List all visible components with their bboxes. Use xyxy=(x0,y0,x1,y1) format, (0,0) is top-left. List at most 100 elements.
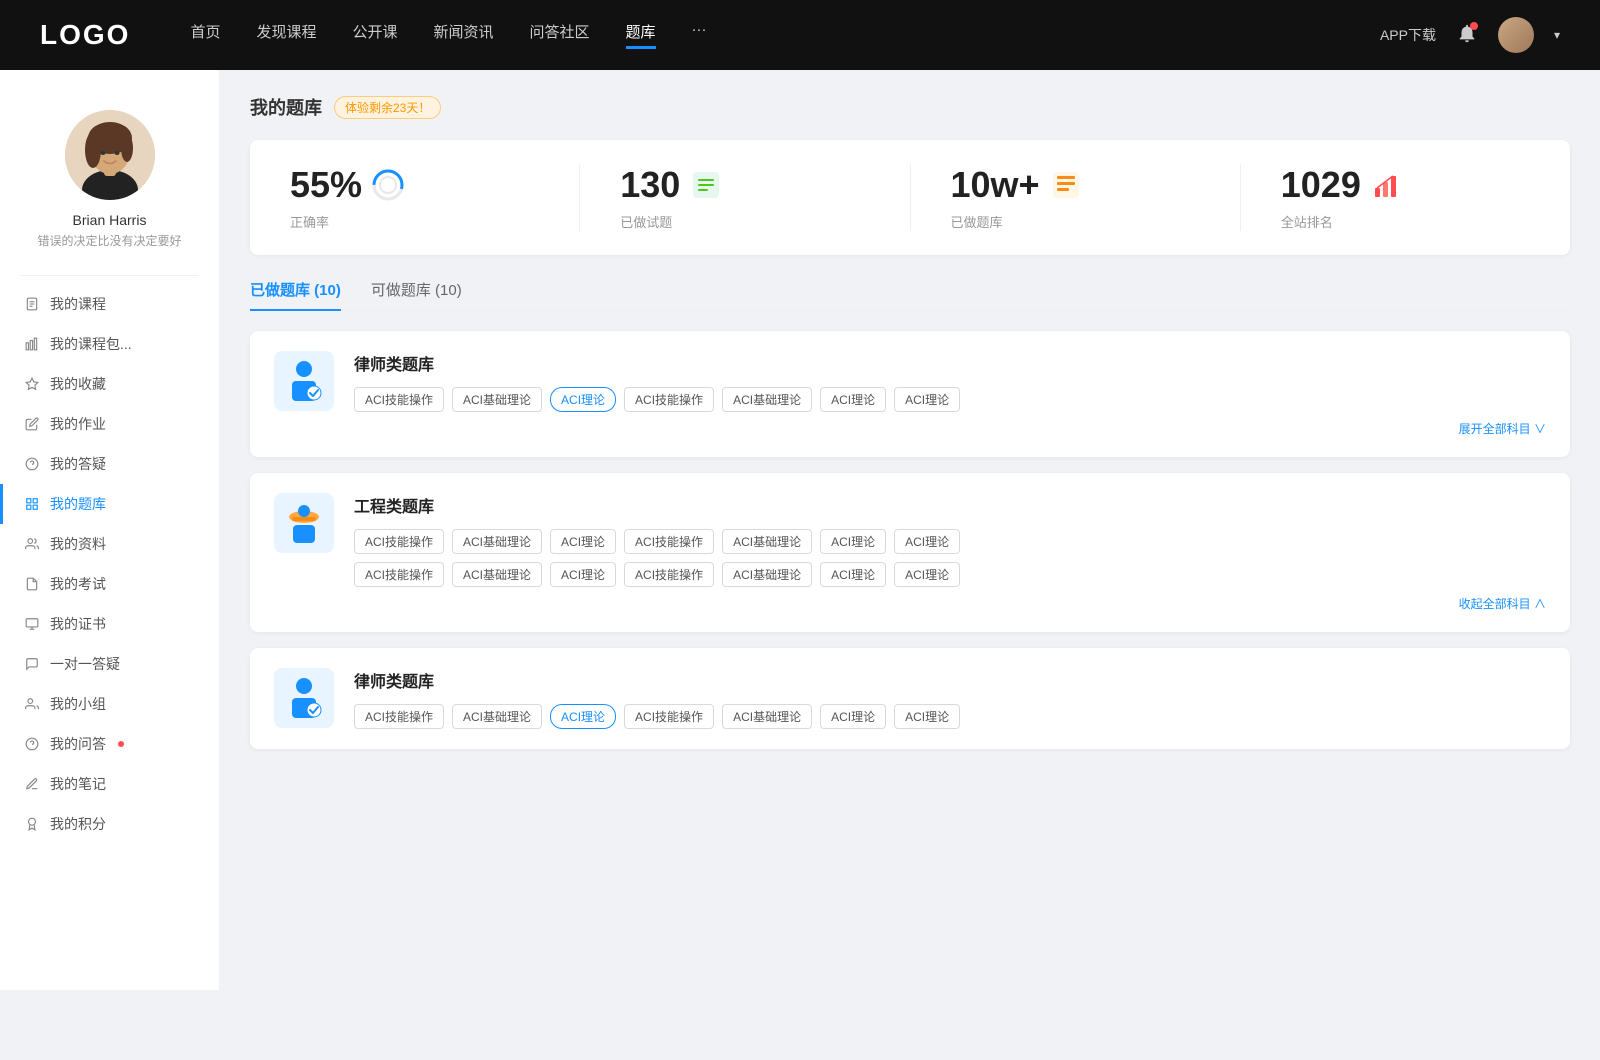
sidebar-label-my-courses: 我的课程 xyxy=(50,294,106,314)
tag-3-1[interactable]: ACI技能操作 xyxy=(354,704,444,729)
qbank-tags-3: ACI技能操作 ACI基础理论 ACI理论 ACI技能操作 ACI基础理论 AC… xyxy=(354,704,1546,729)
engineer-icon-wrap xyxy=(274,493,334,553)
sidebar-label-one-on-one: 一对一答疑 xyxy=(50,654,120,674)
tag-3-2[interactable]: ACI基础理论 xyxy=(452,704,542,729)
tag-3-7[interactable]: ACI理论 xyxy=(894,704,960,729)
tag-2-14[interactable]: ACI理论 xyxy=(894,562,960,587)
score-icon xyxy=(24,816,40,832)
file-icon xyxy=(24,576,40,592)
qbank-card-inner-1: 律师类题库 ACI技能操作 ACI基础理论 ACI理论 ACI技能操作 ACI基… xyxy=(274,351,1546,437)
tag-1-7[interactable]: ACI理论 xyxy=(894,387,960,412)
sidebar-item-favorites[interactable]: 我的收藏 xyxy=(0,364,219,404)
grid-icon xyxy=(24,496,40,512)
trial-badge: 体验剩余23天！ xyxy=(334,96,441,119)
app-download-button[interactable]: APP下载 xyxy=(1380,25,1436,45)
tag-3-3[interactable]: ACI理论 xyxy=(550,704,616,729)
sidebar-item-qbank[interactable]: 我的题库 xyxy=(0,484,219,524)
nav-link-more[interactable]: ··· xyxy=(692,21,707,49)
nav-right: APP下载 ▾ xyxy=(1380,17,1560,53)
sidebar-item-homework[interactable]: 我的作业 xyxy=(0,404,219,444)
lawyer-person-icon-1 xyxy=(282,359,326,403)
stat-done-questions-row: 130 xyxy=(620,164,722,206)
tag-1-4[interactable]: ACI技能操作 xyxy=(624,387,714,412)
tab-available-banks[interactable]: 可做题库 (10) xyxy=(371,279,462,310)
tag-2-12[interactable]: ACI基础理论 xyxy=(722,562,812,587)
sidebar-item-my-qa[interactable]: 我的问答 xyxy=(0,724,219,764)
tag-2-7[interactable]: ACI理论 xyxy=(894,529,960,554)
tag-2-2[interactable]: ACI基础理论 xyxy=(452,529,542,554)
sidebar-item-notes[interactable]: 我的笔记 xyxy=(0,764,219,804)
qbank-card-engineer: 工程类题库 ACI技能操作 ACI基础理论 ACI理论 ACI技能操作 ACI基… xyxy=(250,473,1570,632)
tag-2-11[interactable]: ACI技能操作 xyxy=(624,562,714,587)
nav-link-qbank[interactable]: 题库 xyxy=(626,21,656,49)
tag-2-10[interactable]: ACI理论 xyxy=(550,562,616,587)
user-avatar[interactable] xyxy=(1498,17,1534,53)
tag-2-9[interactable]: ACI基础理论 xyxy=(452,562,542,587)
sidebar-label-cert: 我的证书 xyxy=(50,614,106,634)
sidebar-item-my-courses[interactable]: 我的课程 xyxy=(0,284,219,324)
qa-dot xyxy=(118,741,124,747)
tag-1-2[interactable]: ACI基础理论 xyxy=(452,387,542,412)
sidebar-item-one-on-one[interactable]: 一对一答疑 xyxy=(0,644,219,684)
star-icon xyxy=(24,376,40,392)
people-icon xyxy=(24,536,40,552)
tag-2-4[interactable]: ACI技能操作 xyxy=(624,529,714,554)
stat-ranking: 1029 全站排名 xyxy=(1241,164,1570,231)
qbank-tags-2-row2: ACI技能操作 ACI基础理论 ACI理论 ACI技能操作 ACI基础理论 AC… xyxy=(354,562,1546,587)
sidebar-label-profile: 我的资料 xyxy=(50,534,106,554)
sidebar-item-course-pkg[interactable]: 我的课程包... xyxy=(0,324,219,364)
nav-link-discover[interactable]: 发现课程 xyxy=(256,21,316,49)
tag-1-6[interactable]: ACI理论 xyxy=(820,387,886,412)
stat-done-questions-value: 130 xyxy=(620,164,680,206)
tag-2-5[interactable]: ACI基础理论 xyxy=(722,529,812,554)
sidebar-item-doubts[interactable]: 我的答疑 xyxy=(0,444,219,484)
tag-3-6[interactable]: ACI理论 xyxy=(820,704,886,729)
nav-link-news[interactable]: 新闻资讯 xyxy=(434,21,494,49)
nav-link-qa[interactable]: 问答社区 xyxy=(530,21,590,49)
group-icon xyxy=(24,696,40,712)
tag-2-13[interactable]: ACI理论 xyxy=(820,562,886,587)
collapse-button[interactable]: 收起全部科目 ∧ xyxy=(354,595,1546,612)
stat-ranking-label: 全站排名 xyxy=(1281,212,1333,231)
stat-ranking-row: 1029 xyxy=(1281,164,1403,206)
tag-2-8[interactable]: ACI技能操作 xyxy=(354,562,444,587)
nav-link-home[interactable]: 首页 xyxy=(190,21,220,49)
tag-1-1[interactable]: ACI技能操作 xyxy=(354,387,444,412)
tag-2-1[interactable]: ACI技能操作 xyxy=(354,529,444,554)
sidebar-divider xyxy=(20,275,199,276)
stat-accuracy-label: 正确率 xyxy=(290,212,329,231)
stat-done-banks-row: 10w+ xyxy=(951,164,1082,206)
sidebar-label-points: 我的积分 xyxy=(50,814,106,834)
tag-1-3[interactable]: ACI理论 xyxy=(550,387,616,412)
notification-bell[interactable] xyxy=(1456,22,1478,49)
sidebar-item-exam[interactable]: 我的考试 xyxy=(0,564,219,604)
qbank-card-lawyer-2: 律师类题库 ACI技能操作 ACI基础理论 ACI理论 ACI技能操作 ACI基… xyxy=(250,648,1570,749)
tab-done-banks[interactable]: 已做题库 (10) xyxy=(250,279,341,310)
sidebar-item-profile[interactable]: 我的资料 xyxy=(0,524,219,564)
sidebar-label-my-qa: 我的问答 xyxy=(50,734,106,754)
nav-link-open[interactable]: 公开课 xyxy=(352,21,397,49)
qbank-title-3: 律师类题库 xyxy=(354,668,1546,692)
tag-3-4[interactable]: ACI技能操作 xyxy=(624,704,714,729)
sidebar-item-cert[interactable]: 我的证书 xyxy=(0,604,219,644)
doc-icon xyxy=(24,296,40,312)
sidebar-label-exam: 我的考试 xyxy=(50,574,106,594)
page-wrapper: Brian Harris 错误的决定比没有决定要好 我的课程 我的课程包... … xyxy=(0,70,1600,990)
tag-2-6[interactable]: ACI理论 xyxy=(820,529,886,554)
pie-chart-icon xyxy=(372,169,404,201)
tag-2-3[interactable]: ACI理论 xyxy=(550,529,616,554)
sidebar-label-homework: 我的作业 xyxy=(50,414,106,434)
note-icon xyxy=(24,776,40,792)
qbank-content-3: 律师类题库 ACI技能操作 ACI基础理论 ACI理论 ACI技能操作 ACI基… xyxy=(354,668,1546,729)
sidebar-item-points[interactable]: 我的积分 xyxy=(0,804,219,844)
expand-button-1[interactable]: 展开全部科目 ∨ xyxy=(354,420,1546,437)
qbank-tabs: 已做题库 (10) 可做题库 (10) xyxy=(250,279,1570,311)
chat-icon xyxy=(24,656,40,672)
stat-accuracy-row: 55% xyxy=(290,164,404,206)
sidebar-item-groups[interactable]: 我的小组 xyxy=(0,684,219,724)
tag-3-5[interactable]: ACI基础理论 xyxy=(722,704,812,729)
lawyer-person-icon-2 xyxy=(282,676,326,720)
tag-1-5[interactable]: ACI基础理论 xyxy=(722,387,812,412)
user-menu-dropdown[interactable]: ▾ xyxy=(1554,28,1560,42)
nav-logo: LOGO xyxy=(40,19,130,51)
